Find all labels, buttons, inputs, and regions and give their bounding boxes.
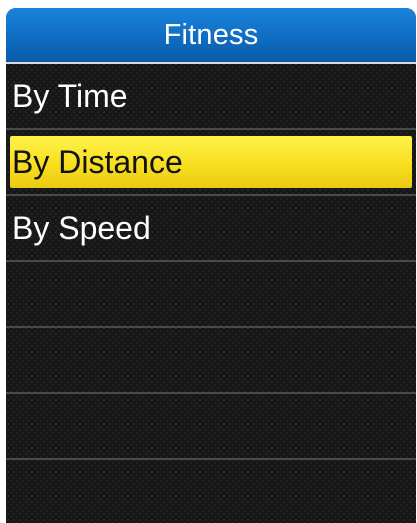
menu-row: By Time — [6, 64, 416, 130]
menu-item-by-speed[interactable]: By Speed — [6, 196, 416, 260]
page-title: Fitness — [163, 18, 259, 51]
menu-item-empty — [6, 394, 416, 458]
title-bar: Fitness — [6, 8, 416, 64]
menu-row-empty — [6, 262, 416, 328]
menu-row: By Speed — [6, 196, 416, 262]
menu-item-by-time[interactable]: By Time — [6, 64, 416, 128]
menu-row-empty — [6, 394, 416, 460]
menu-row-empty — [6, 328, 416, 394]
menu-item-by-distance[interactable]: By Distance — [10, 136, 412, 188]
menu-row: By Distance — [6, 130, 416, 196]
device-screen: Fitness By Time By Distance By Speed — [6, 8, 416, 523]
menu-list: By Time By Distance By Speed — [6, 64, 416, 460]
menu-item-empty — [6, 328, 416, 392]
menu-item-empty — [6, 262, 416, 326]
